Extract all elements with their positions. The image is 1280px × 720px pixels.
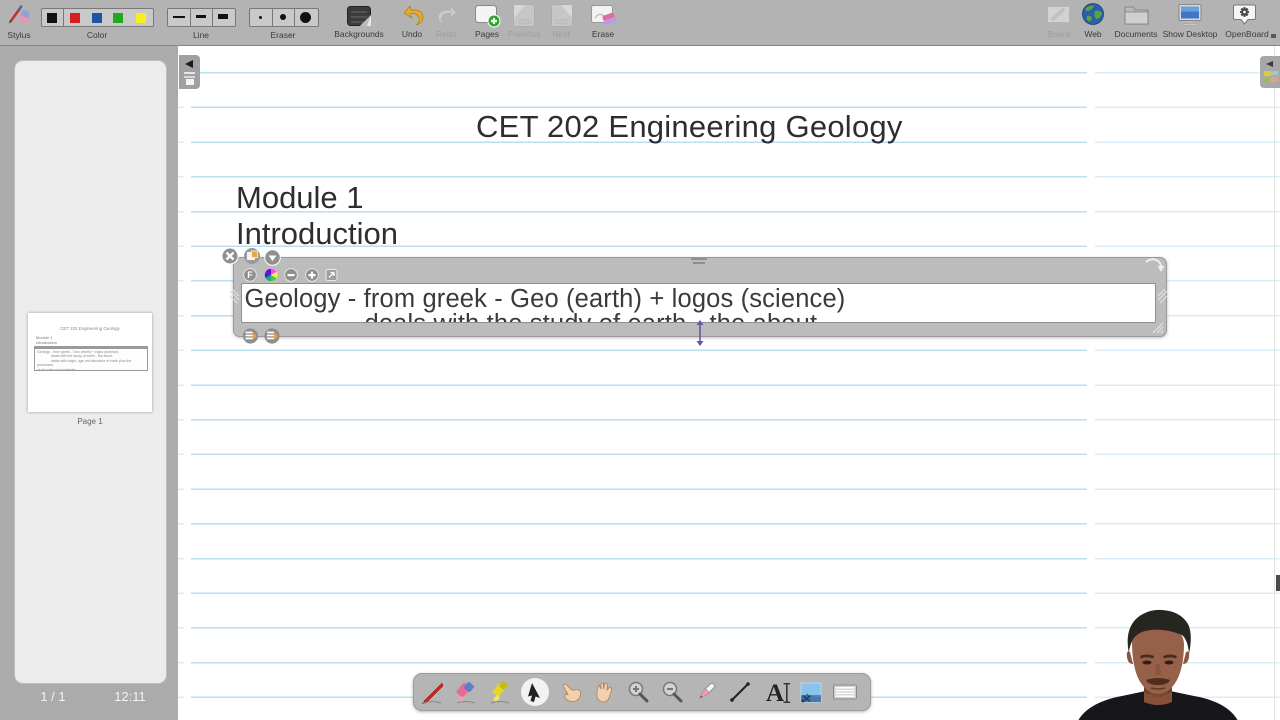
svg-text:F: F bbox=[247, 270, 253, 280]
svg-text:A: A bbox=[766, 680, 784, 707]
